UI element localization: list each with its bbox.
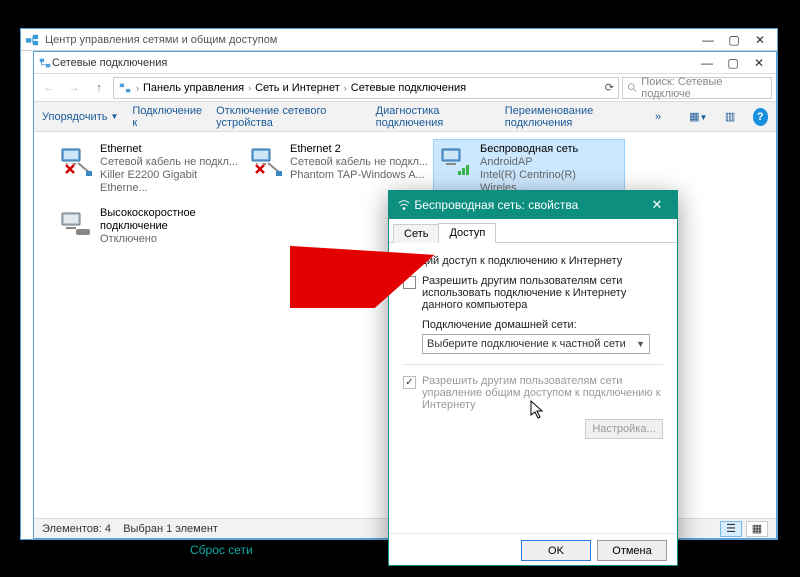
connection-adapter: Phantom TAP-Windows A... [290,169,428,182]
checkbox-allow-sharing[interactable] [403,276,416,289]
toolbar-connect-to[interactable]: Подключение к [132,105,202,129]
home-connection-combo[interactable]: Выберите подключение к частной сети▼ [422,334,650,354]
dialog-close-button[interactable]: ✕ [645,197,669,213]
connection-icon [438,143,474,179]
breadcrumb-icon [118,81,132,95]
outer-maximize-button[interactable]: ▢ [721,33,747,47]
toolbar-help-button[interactable]: ? [753,108,768,126]
outer-close-button[interactable]: ✕ [747,33,773,47]
toolbar-organize[interactable]: Упорядочить▼ [42,111,118,123]
view-icons-button[interactable]: ▦ [746,521,768,537]
toolbar-disable[interactable]: Отключение сетевого устройства [216,105,361,129]
connection-item[interactable]: EthernetСетевой кабель не подкл...Killer… [54,140,244,198]
connection-status: Сетевой кабель не подкл... [290,156,428,169]
inner-window-title: Сетевые подключения [52,57,167,69]
search-icon [627,82,638,94]
connection-name: Ethernet [100,143,240,156]
connection-icon [58,143,94,179]
inner-close-button[interactable]: ✕ [746,56,772,70]
outer-window-title: Центр управления сетями и общим доступом [45,34,277,46]
inner-maximize-button[interactable]: ▢ [720,56,746,70]
combo-label: Подключение домашней сети: [422,319,663,331]
settings-button: Настройка... [585,419,663,439]
connection-item[interactable]: Высокоскоростное подключениеОтключено [54,204,244,249]
connection-icon [58,207,94,243]
connection-status: Сетевой кабель не подкл... [100,156,240,169]
connection-status: AndroidAP [480,156,620,169]
checkbox-allow-control [403,376,416,389]
breadcrumb-item[interactable]: Сетевые подключения [351,82,466,94]
toolbar-rename[interactable]: Переименование подключения [505,105,641,129]
connection-adapter: Killer E2200 Gigabit Etherne... [100,169,240,195]
properties-dialog: Беспроводная сеть: свойства ✕ Сеть Досту… [388,190,678,566]
toolbar: Упорядочить▼ Подключение к Отключение се… [34,102,776,132]
ok-button[interactable]: OK [521,540,591,561]
toolbar-more[interactable]: » [655,111,661,123]
tab-access[interactable]: Доступ [438,223,496,243]
toolbar-view-button[interactable]: ▦▼ [689,110,707,123]
inner-window-titlebar: Сетевые подключения — ▢ ✕ [34,52,776,74]
view-details-button[interactable]: ☰ [720,521,742,537]
inner-minimize-button[interactable]: — [694,56,720,70]
section-title: Общий доступ к подключению к Интернету [403,255,663,267]
network-center-icon [25,33,39,47]
toolbar-diagnose[interactable]: Диагностика подключения [376,105,491,129]
dialog-title: Беспроводная сеть: свойства [414,198,578,212]
breadcrumb[interactable]: › Панель управления › Сеть и Интернет › … [113,77,619,99]
network-connections-icon [38,56,52,70]
mouse-cursor-icon [530,400,546,425]
connection-status: Отключено [100,233,240,246]
breadcrumb-item[interactable]: Панель управления [143,82,244,94]
tab-network[interactable]: Сеть [393,224,439,243]
status-selected: Выбран 1 элемент [123,523,218,535]
outer-minimize-button[interactable]: — [695,33,721,47]
connection-name: Высокоскоростное подключение [100,207,240,233]
wifi-icon [397,198,411,212]
dialog-titlebar: Беспроводная сеть: свойства ✕ [389,191,677,219]
search-input[interactable]: Поиск: Сетевые подключе [622,77,772,99]
nav-forward-button[interactable]: → [63,78,85,98]
connection-icon [248,143,284,179]
breadcrumb-item[interactable]: Сеть и Интернет [255,82,340,94]
connection-name: Беспроводная сеть [480,143,620,156]
cancel-button[interactable]: Отмена [597,540,667,561]
checkbox-allow-sharing-label: Разрешить другим пользователям сети испо… [422,275,663,311]
status-count: Элементов: 4 [42,523,111,535]
connection-name: Ethernet 2 [290,143,428,156]
outer-window-titlebar: Центр управления сетями и общим доступом… [21,29,777,51]
nav-up-button[interactable]: ↑ [88,78,110,98]
connection-item[interactable]: Ethernet 2Сетевой кабель не подкл...Phan… [244,140,434,185]
refresh-button[interactable]: ⟳ [605,81,614,94]
nav-back-button[interactable]: ← [38,78,60,98]
toolbar-preview-button[interactable]: ▥ [721,110,738,123]
